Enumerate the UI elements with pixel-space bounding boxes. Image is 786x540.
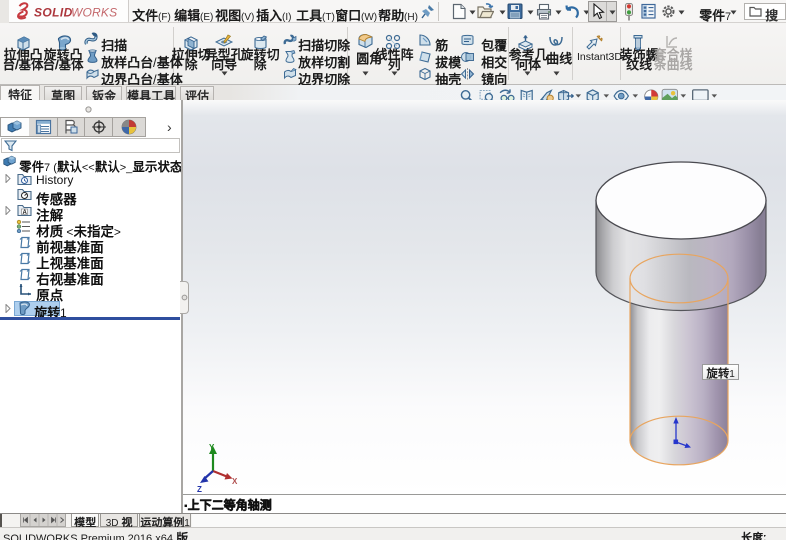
svg-text:A: A bbox=[23, 210, 28, 216]
svg-text:Z: Z bbox=[197, 485, 202, 494]
svg-text:Y: Y bbox=[209, 443, 215, 452]
svg-text:X: X bbox=[232, 477, 238, 486]
